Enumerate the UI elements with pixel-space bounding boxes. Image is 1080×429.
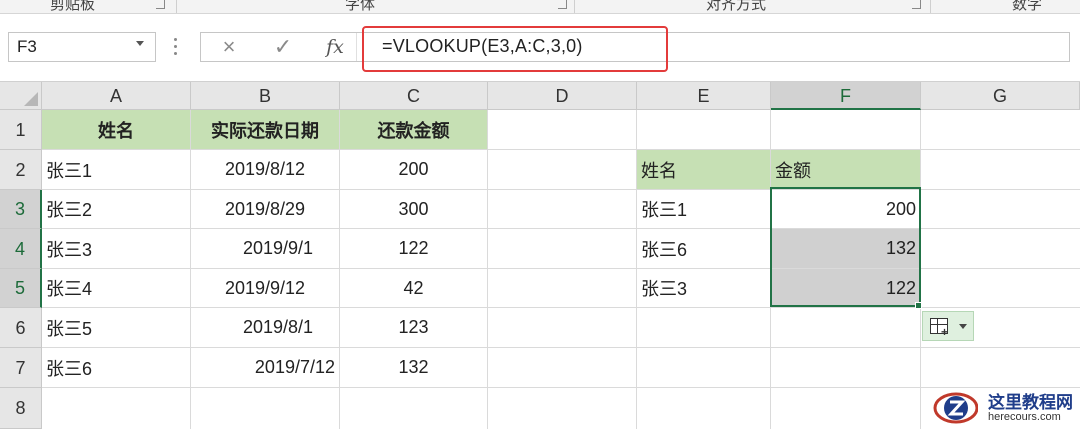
cell-b7[interactable]: 2019/7/12 [191, 348, 339, 387]
plus-icon: + [941, 325, 949, 339]
ribbon-separator [176, 0, 177, 13]
formula-divider [356, 33, 357, 61]
cell-c5[interactable]: 42 [340, 269, 487, 307]
cell-b3[interactable]: 2019/8/29 [191, 190, 339, 228]
column-header-b[interactable]: B [191, 82, 340, 110]
watermark: 这里教程网 herecours.com [932, 384, 1080, 429]
cell-a1[interactable]: 姓名 [42, 110, 190, 149]
cell-c4[interactable]: 122 [340, 229, 487, 268]
enter-icon[interactable]: ✓ [269, 35, 297, 61]
row-header-6[interactable]: 6 [0, 308, 42, 348]
cell-b2[interactable]: 2019/8/12 [191, 150, 339, 189]
cell-a3[interactable]: 张三2 [42, 190, 190, 228]
ribbon-group-clipboard: 剪贴板 [50, 0, 96, 13]
name-box[interactable]: F3 [8, 32, 156, 62]
cell-b5[interactable]: 2019/9/12 [191, 269, 339, 307]
row-header-4[interactable]: 4 [0, 229, 42, 269]
cancel-icon[interactable]: × [215, 35, 243, 61]
ribbon-group-alignment: 对齐方式 [706, 0, 767, 13]
row-header-5[interactable]: 5 [0, 269, 42, 308]
fill-handle[interactable] [915, 302, 922, 309]
row-header-1[interactable]: 1 [0, 110, 42, 150]
more-vertical-icon[interactable] [174, 38, 178, 56]
ribbon-group-number: 数字 [1012, 0, 1043, 13]
cell-e4[interactable]: 张三6 [637, 229, 770, 268]
quick-analysis-button[interactable]: + [922, 311, 974, 341]
cell-b1[interactable]: 实际还款日期 [191, 110, 339, 149]
row-header-3[interactable]: 3 [0, 190, 42, 229]
column-header-g[interactable]: G [921, 82, 1080, 110]
alignment-launcher-icon[interactable] [912, 0, 921, 9]
select-all-triangle-icon [24, 92, 38, 106]
ribbon-group-font: 字体 [345, 0, 376, 13]
column-header-c[interactable]: C [340, 82, 488, 110]
cell-e2[interactable]: 姓名 [637, 150, 770, 189]
column-header-e[interactable]: E [637, 82, 771, 110]
ribbon-separator [574, 0, 575, 13]
ribbon-separator [930, 0, 931, 13]
formula-highlight-box [362, 26, 668, 72]
font-launcher-icon[interactable] [558, 0, 567, 9]
cell-c3[interactable]: 300 [340, 190, 487, 228]
gridline [487, 110, 488, 429]
site-logo-icon [933, 392, 978, 424]
insert-function-icon[interactable]: fx [319, 35, 351, 61]
column-header-f[interactable]: F [771, 82, 921, 110]
cell-a4[interactable]: 张三3 [42, 229, 190, 268]
cell-c1[interactable]: 还款金额 [340, 110, 487, 149]
cell-f2[interactable]: 金额 [771, 150, 920, 189]
cell-a5[interactable]: 张三4 [42, 269, 190, 307]
clipboard-launcher-icon[interactable] [156, 0, 165, 9]
cell-c7[interactable]: 132 [340, 348, 487, 387]
row-header-8[interactable]: 8 [0, 388, 42, 429]
cell-b6[interactable]: 2019/8/1 [191, 308, 351, 347]
watermark-title: 这里教程网 [988, 393, 1073, 413]
cell-c6[interactable]: 123 [340, 308, 487, 347]
cell-e3[interactable]: 张三1 [637, 190, 770, 228]
column-header-a[interactable]: A [42, 82, 191, 110]
gridline [42, 387, 1080, 388]
cell-c2[interactable]: 200 [340, 150, 487, 189]
row-header-2[interactable]: 2 [0, 150, 42, 190]
chevron-down-icon[interactable] [136, 41, 144, 46]
select-all-button[interactable] [0, 82, 42, 110]
selection-range [770, 187, 921, 307]
chevron-down-icon [959, 324, 967, 329]
cell-e5[interactable]: 张三3 [637, 269, 770, 307]
row-header-7[interactable]: 7 [0, 348, 42, 388]
ribbon-group-strip: 剪贴板 字体 对齐方式 数字 [0, 0, 1080, 14]
cell-b4[interactable]: 2019/9/1 [191, 229, 351, 268]
watermark-url: herecours.com [988, 411, 1061, 423]
cell-a2[interactable]: 张三1 [42, 150, 190, 189]
cell-a7[interactable]: 张三6 [42, 348, 190, 387]
cell-a6[interactable]: 张三5 [42, 308, 190, 347]
column-header-d[interactable]: D [488, 82, 637, 110]
